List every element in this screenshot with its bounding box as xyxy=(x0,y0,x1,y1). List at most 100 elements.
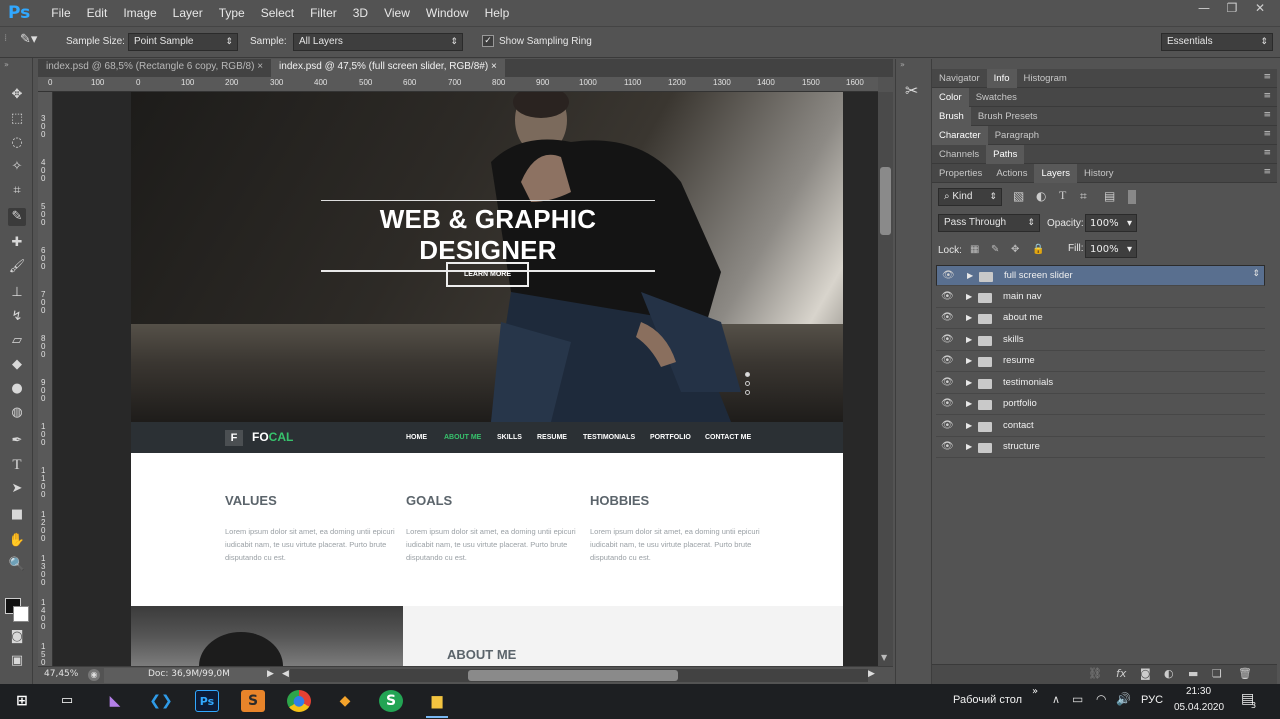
layer-row[interactable]: 👁 ▶ main nav xyxy=(936,287,1265,308)
move-tool-icon[interactable]: ✥ xyxy=(8,86,26,104)
panel-menu-icon[interactable]: ≡ xyxy=(1263,129,1271,139)
new-group-icon[interactable]: ▬ xyxy=(1188,667,1198,680)
tab-navigator[interactable]: Navigator xyxy=(932,69,987,88)
expand-triangle-icon[interactable]: ▶ xyxy=(966,335,972,344)
toolbar-expand-icon[interactable]: » xyxy=(1032,686,1038,697)
slider-dot[interactable] xyxy=(745,381,750,386)
adjustment-layer-icon[interactable]: ◐ xyxy=(1164,667,1174,680)
menu-layer[interactable]: Layer xyxy=(165,6,211,20)
expand-triangle-icon[interactable]: ▶ xyxy=(967,271,973,280)
eraser-tool-icon[interactable]: ▱ xyxy=(8,332,26,350)
slider-dot[interactable] xyxy=(745,390,750,395)
zoom-level[interactable]: 47,45% xyxy=(44,669,78,679)
close-button[interactable]: ✕ xyxy=(1246,1,1274,17)
tab-character[interactable]: Character xyxy=(932,125,988,145)
chrome-icon[interactable]: ● xyxy=(287,690,311,712)
visibility-eye-icon[interactable]: 👁 xyxy=(941,291,954,302)
tab-info[interactable]: Info xyxy=(986,68,1017,88)
type-tool-icon[interactable]: T xyxy=(8,456,26,474)
background-color-swatch[interactable] xyxy=(13,606,29,622)
skype-icon[interactable]: S xyxy=(379,690,403,712)
sublime-text-icon[interactable]: S xyxy=(241,690,265,712)
task-view-icon[interactable]: ▭ xyxy=(55,690,79,712)
scroll-right-arrow-icon[interactable]: ▶ xyxy=(868,669,875,679)
fill-dropdown-icon[interactable]: ▾ xyxy=(1127,244,1132,255)
input-language[interactable]: РУС xyxy=(1141,694,1163,706)
workspace-select[interactable]: Essentials xyxy=(1161,33,1273,51)
collapse-icon[interactable]: » xyxy=(4,60,9,69)
minimize-button[interactable]: — xyxy=(1190,1,1218,17)
visibility-eye-icon[interactable]: 👁 xyxy=(941,420,954,431)
expand-triangle-icon[interactable]: ▶ xyxy=(966,399,972,408)
scroll-down-arrow-icon[interactable]: ▼ xyxy=(881,653,887,662)
menu-type[interactable]: Type xyxy=(211,6,253,20)
file-explorer-icon[interactable]: ▆ xyxy=(425,690,449,712)
sample-select[interactable]: All Layers xyxy=(293,33,463,51)
vertical-scrollbar[interactable]: ▼ xyxy=(878,92,893,666)
menu-filter[interactable]: Filter xyxy=(302,6,345,20)
visual-studio-icon[interactable]: ◣ xyxy=(103,690,127,712)
document-canvas[interactable]: WEB & GRAPHIC DESIGNER LEARN MORE F FOCA… xyxy=(131,92,843,666)
brush-tool-icon[interactable]: 🖌 xyxy=(8,258,26,276)
menu-image[interactable]: Image xyxy=(115,6,164,20)
menu-file[interactable]: File xyxy=(43,6,78,20)
photoshop-taskbar-icon[interactable]: Ps xyxy=(195,690,219,712)
shape-filter-icon[interactable]: ⌗ xyxy=(1080,189,1087,204)
paint-bucket-tool-icon[interactable]: ◆ xyxy=(8,356,26,374)
nav-home[interactable]: HOME xyxy=(406,434,427,441)
lasso-tool-icon[interactable]: ◌ xyxy=(8,134,26,152)
volume-icon[interactable]: 🔊 xyxy=(1116,692,1131,706)
layer-row[interactable]: 👁 ▶ testimonials xyxy=(936,373,1265,394)
clone-stamp-tool-icon[interactable]: ⊥ xyxy=(8,284,26,302)
layer-row[interactable]: 👁 ▶ skills xyxy=(936,330,1265,351)
tab-histogram[interactable]: Histogram xyxy=(1017,69,1074,88)
tab-document-1[interactable]: index.psd @ 68,5% (Rectangle 6 copy, RGB… xyxy=(38,59,272,77)
tab-brush-presets[interactable]: Brush Presets xyxy=(971,107,1045,126)
tab-brush[interactable]: Brush xyxy=(932,106,971,126)
panel-menu-icon[interactable]: ≡ xyxy=(1263,91,1271,101)
hand-tool-icon[interactable]: ✋ xyxy=(8,532,26,550)
layer-row[interactable]: 👁 ▶ contact xyxy=(936,416,1265,437)
visibility-eye-icon[interactable]: 👁 xyxy=(941,398,954,409)
site-logo-text[interactable]: FOCAL xyxy=(252,430,293,444)
tab-paths[interactable]: Paths xyxy=(986,144,1025,164)
start-button-icon[interactable]: ⊞ xyxy=(10,690,34,712)
wifi-icon[interactable]: ◠ xyxy=(1096,692,1106,706)
tab-channels[interactable]: Channels xyxy=(932,145,986,164)
type-filter-icon[interactable]: T xyxy=(1059,188,1066,203)
opacity-dropdown-icon[interactable]: ▾ xyxy=(1127,218,1132,229)
tab-history[interactable]: History xyxy=(1077,164,1121,183)
close-tab-icon[interactable]: × xyxy=(257,61,263,72)
expand-triangle-icon[interactable]: ▶ xyxy=(966,356,972,365)
panel-menu-icon[interactable]: ≡ xyxy=(1263,148,1271,158)
lock-position-icon[interactable]: ✥ xyxy=(1011,244,1019,255)
layer-row[interactable]: 👁 ▶ resume xyxy=(936,351,1265,372)
menu-edit[interactable]: Edit xyxy=(79,6,116,20)
dodge-tool-icon[interactable]: ◍ xyxy=(8,404,26,422)
tab-properties[interactable]: Properties xyxy=(932,164,989,183)
menu-3d[interactable]: 3D xyxy=(345,6,376,20)
healing-brush-tool-icon[interactable]: ✚ xyxy=(8,234,26,252)
quick-selection-tool-icon[interactable]: ✧ xyxy=(8,158,26,176)
layer-row[interactable]: 👁 ▶ full screen slider xyxy=(936,265,1265,286)
menu-help[interactable]: Help xyxy=(477,6,518,20)
delete-layer-icon[interactable]: 🗑 xyxy=(1238,667,1252,680)
visibility-eye-icon[interactable]: 👁 xyxy=(941,377,954,388)
screen-mode-icon[interactable]: ▣ xyxy=(8,652,26,670)
eyedropper-tool-preset-icon[interactable]: ✎▾ xyxy=(20,32,37,47)
canvas-area[interactable]: WEB & GRAPHIC DESIGNER LEARN MORE F FOCA… xyxy=(53,92,878,666)
expand-triangle-icon[interactable]: ▶ xyxy=(966,313,972,322)
show-hidden-icons-icon[interactable]: ∧ xyxy=(1052,693,1060,706)
layer-filter-kind-select[interactable]: ⌕ Kind xyxy=(938,188,1002,206)
lock-transparent-icon[interactable]: ▦ xyxy=(970,244,979,255)
menu-window[interactable]: Window xyxy=(418,6,477,20)
layer-row[interactable]: 👁 ▶ structure xyxy=(936,437,1265,458)
clock-date[interactable]: 05.04.2020 xyxy=(1174,702,1224,713)
battery-icon[interactable]: ▭ xyxy=(1072,692,1083,706)
visibility-eye-icon[interactable]: 👁 xyxy=(941,334,954,345)
visibility-eye-icon[interactable]: 👁 xyxy=(941,355,954,366)
nav-resume[interactable]: RESUME xyxy=(537,434,567,441)
expand-triangle-icon[interactable]: ▶ xyxy=(966,378,972,387)
visibility-eye-icon[interactable]: 👁 xyxy=(941,441,954,452)
visibility-eye-icon[interactable]: 👁 xyxy=(941,312,954,323)
